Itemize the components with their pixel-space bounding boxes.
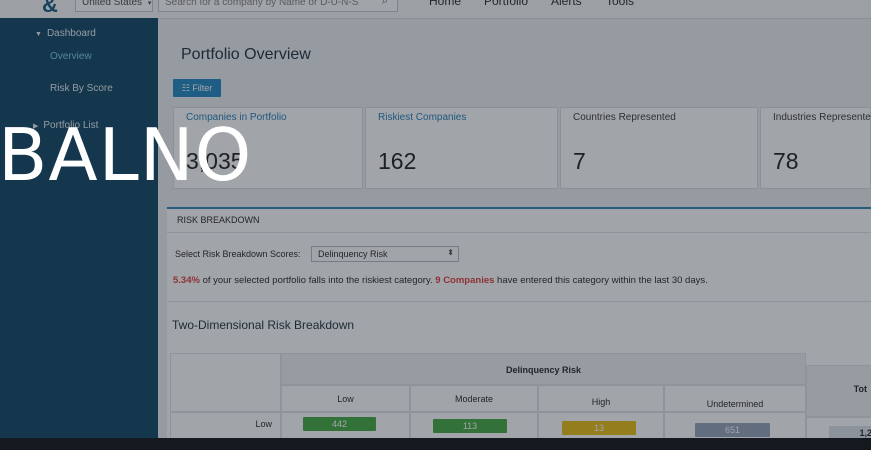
- card-riskiest-companies[interactable]: Riskiest Companies 162: [365, 107, 558, 189]
- summary-percentage: 5.34%: [173, 275, 200, 286]
- card-label: Industries Represented: [773, 112, 871, 123]
- risk-breakdown-panel: RISK BREAKDOWN Select Risk Breakdown Sco…: [167, 207, 871, 438]
- sliders-icon: ☷: [181, 83, 190, 93]
- chevron-down-icon: ▾: [147, 0, 152, 7]
- table-cell: 13: [538, 412, 664, 438]
- table-group-header: Delinquency Risk: [281, 353, 806, 385]
- table-cell: 442: [281, 412, 410, 438]
- column-header-total: Tot: [806, 365, 871, 417]
- column-header-high[interactable]: High: [538, 385, 664, 412]
- filter-button[interactable]: ☷ Filter: [173, 79, 221, 97]
- cell-bar-high[interactable]: 13: [562, 421, 636, 435]
- row-header-low: Low: [170, 412, 281, 438]
- company-search-input[interactable]: Search for a company by Name or D-U-N-S: [158, 0, 398, 12]
- card-countries-represented: Countries Represented 7: [560, 107, 758, 189]
- top-nav-bar: & United States ▾ Search for a company b…: [0, 0, 871, 19]
- summary-text-end: have entered this category within the la…: [494, 275, 708, 286]
- sidebar-item-overview[interactable]: Overview: [50, 51, 92, 62]
- select-label: Select Risk Breakdown Scores:: [175, 249, 301, 259]
- sidebar-item-dashboard[interactable]: ▼ Dashboard: [35, 28, 96, 39]
- column-header-low[interactable]: Low: [281, 385, 410, 412]
- card-value: 7: [573, 148, 586, 174]
- table-cell: 113: [410, 412, 538, 438]
- table-corner-cell: [170, 353, 281, 412]
- nav-portfolio[interactable]: Portfolio: [484, 0, 528, 8]
- sidebar-item-risk-by-score[interactable]: Risk By Score: [50, 83, 113, 94]
- summary-text: of your selected portfolio falls into th…: [199, 275, 436, 286]
- caret-down-icon: ▼: [35, 31, 42, 38]
- select-value: Delinquency Risk: [318, 249, 388, 259]
- column-header-undetermined[interactable]: Undetermined: [664, 385, 806, 412]
- watermark-text: BALNO: [0, 113, 253, 197]
- risk-summary-text: 5.34% of your selected portfolio falls i…: [173, 275, 708, 286]
- sidebar-item-label: Dashboard: [46, 28, 96, 39]
- page-title: Portfolio Overview: [181, 46, 311, 63]
- country-selector[interactable]: United States ▾: [75, 0, 153, 12]
- nav-home[interactable]: Home: [429, 0, 461, 8]
- cell-bar-low[interactable]: 442: [303, 417, 376, 431]
- nav-tools[interactable]: Tools: [606, 0, 634, 8]
- divider: [167, 301, 871, 302]
- sidebar: ▼ Dashboard Overview Risk By Score ▶ Portf…: [0, 18, 158, 438]
- app-screen: & United States ▾ Search for a company b…: [0, 0, 871, 438]
- search-icon[interactable]: ⌕: [382, 0, 388, 8]
- summary-company-count[interactable]: 9 Companies: [435, 275, 494, 286]
- card-label: Countries Represented: [573, 112, 676, 123]
- filter-button-label: Filter: [192, 83, 213, 93]
- risk-score-select[interactable]: Delinquency Risk ⬍: [311, 246, 459, 262]
- section-subtitle: Two-Dimensional Risk Breakdown: [172, 318, 355, 332]
- up-down-arrow-icon: ⬍: [447, 248, 454, 257]
- panel-header: RISK BREAKDOWN: [167, 209, 871, 233]
- card-industries-represented: Industries Represented 78: [760, 107, 871, 189]
- card-value: 78: [773, 148, 799, 174]
- country-selector-label: United States: [82, 0, 143, 8]
- brand-logo-icon[interactable]: &: [42, 0, 58, 18]
- cell-row-total: 1,21: [829, 426, 871, 438]
- column-header-moderate[interactable]: Moderate: [410, 385, 538, 412]
- cell-bar-undetermined[interactable]: 651: [695, 423, 770, 437]
- card-label: Riskiest Companies: [378, 112, 467, 123]
- search-placeholder: Search for a company by Name or D-U-N-S: [165, 0, 359, 8]
- nav-alerts[interactable]: Alerts: [551, 0, 582, 8]
- cell-bar-moderate[interactable]: 113: [433, 419, 507, 433]
- table-cell: 651: [664, 412, 806, 438]
- card-value: 162: [378, 148, 417, 174]
- table-cell: 1,21: [806, 417, 871, 438]
